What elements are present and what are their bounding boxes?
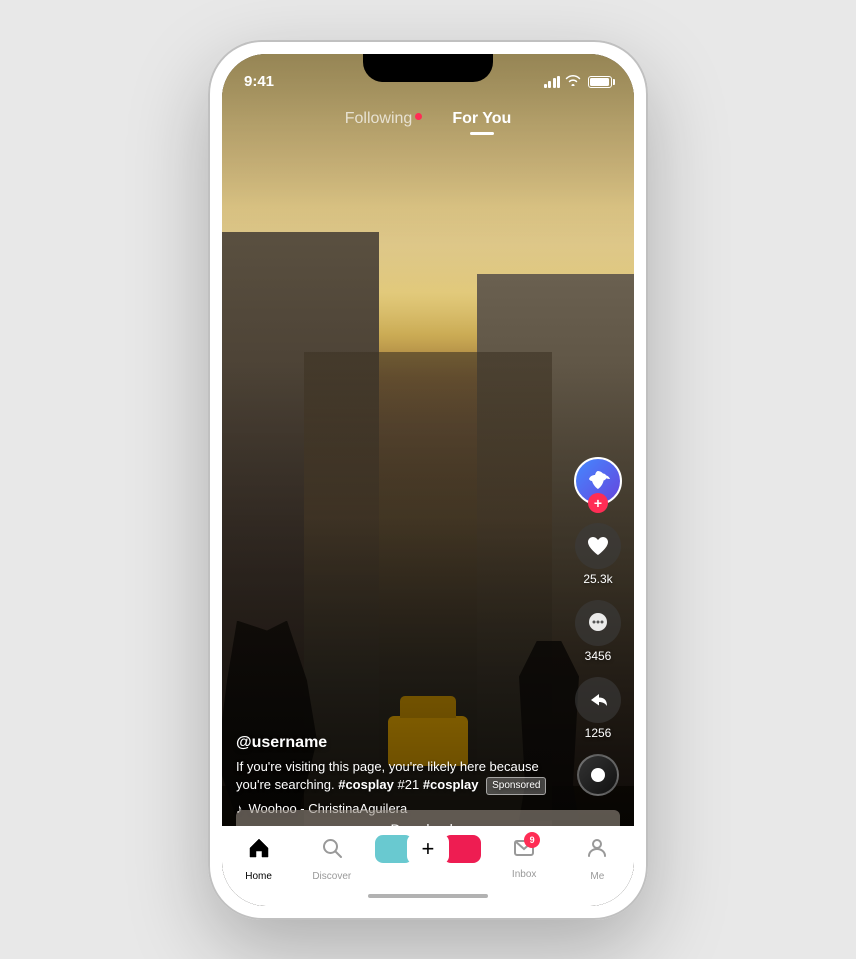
notch xyxy=(363,54,493,82)
comment-button[interactable]: 3456 xyxy=(575,600,621,663)
share-button[interactable]: 1256 xyxy=(575,677,621,740)
username-label[interactable]: @username xyxy=(236,734,559,752)
action-sidebar: + 25.3k xyxy=(574,457,622,796)
music-disc xyxy=(577,754,619,796)
comment-icon xyxy=(575,600,621,646)
nav-discover[interactable]: Discover xyxy=(302,836,362,882)
music-disc-button[interactable] xyxy=(577,754,619,796)
hashtag-21[interactable]: #21 xyxy=(398,777,420,792)
inbox-badge: 9 xyxy=(524,832,540,848)
inbox-label: Inbox xyxy=(512,869,536,880)
like-count: 25.3k xyxy=(583,572,612,586)
phone-screen: 9:41 xyxy=(222,54,634,906)
share-count: 1256 xyxy=(585,726,612,740)
inbox-container: 9 xyxy=(512,836,536,865)
heart-icon xyxy=(575,523,621,569)
home-label: Home xyxy=(245,871,272,882)
create-button: + xyxy=(375,832,481,866)
follow-button[interactable]: + xyxy=(588,493,608,513)
hashtag-cosplay[interactable]: #cosplay xyxy=(338,777,394,792)
sponsored-badge: Sponsored xyxy=(486,777,546,795)
like-button[interactable]: 25.3k xyxy=(575,523,621,586)
nav-me[interactable]: Me xyxy=(567,836,627,882)
tab-for-you[interactable]: For You xyxy=(452,106,511,132)
search-icon xyxy=(320,836,344,867)
notification-dot xyxy=(415,113,422,120)
comment-count: 3456 xyxy=(585,649,612,663)
top-navigation: Following For You xyxy=(222,98,634,132)
music-disc-center xyxy=(591,768,605,782)
discover-label: Discover xyxy=(312,871,351,882)
battery-icon xyxy=(588,76,612,88)
content-info: @username If you're visiting this page, … xyxy=(236,734,559,816)
phone-frame: 9:41 xyxy=(208,40,648,920)
nav-inbox[interactable]: 9 Inbox xyxy=(494,836,554,880)
status-time: 9:41 xyxy=(244,73,274,90)
home-bar xyxy=(368,894,488,898)
home-icon xyxy=(247,836,271,867)
me-label: Me xyxy=(590,871,604,882)
signal-bars-icon xyxy=(544,76,561,88)
video-description: If you're visiting this page, you're lik… xyxy=(236,758,559,795)
video-overlay xyxy=(222,54,634,826)
plus-center: + xyxy=(407,834,449,864)
share-icon xyxy=(575,677,621,723)
battery-fill xyxy=(590,78,609,86)
nav-home[interactable]: Home xyxy=(229,836,289,882)
creator-avatar[interactable]: + xyxy=(574,457,622,505)
tab-following[interactable]: Following xyxy=(345,106,423,132)
wifi-icon xyxy=(565,74,581,89)
hashtag-cosplay2[interactable]: #cosplay xyxy=(423,777,479,792)
nav-create[interactable]: + xyxy=(375,832,481,866)
profile-icon xyxy=(585,836,609,867)
status-icons xyxy=(544,74,613,89)
